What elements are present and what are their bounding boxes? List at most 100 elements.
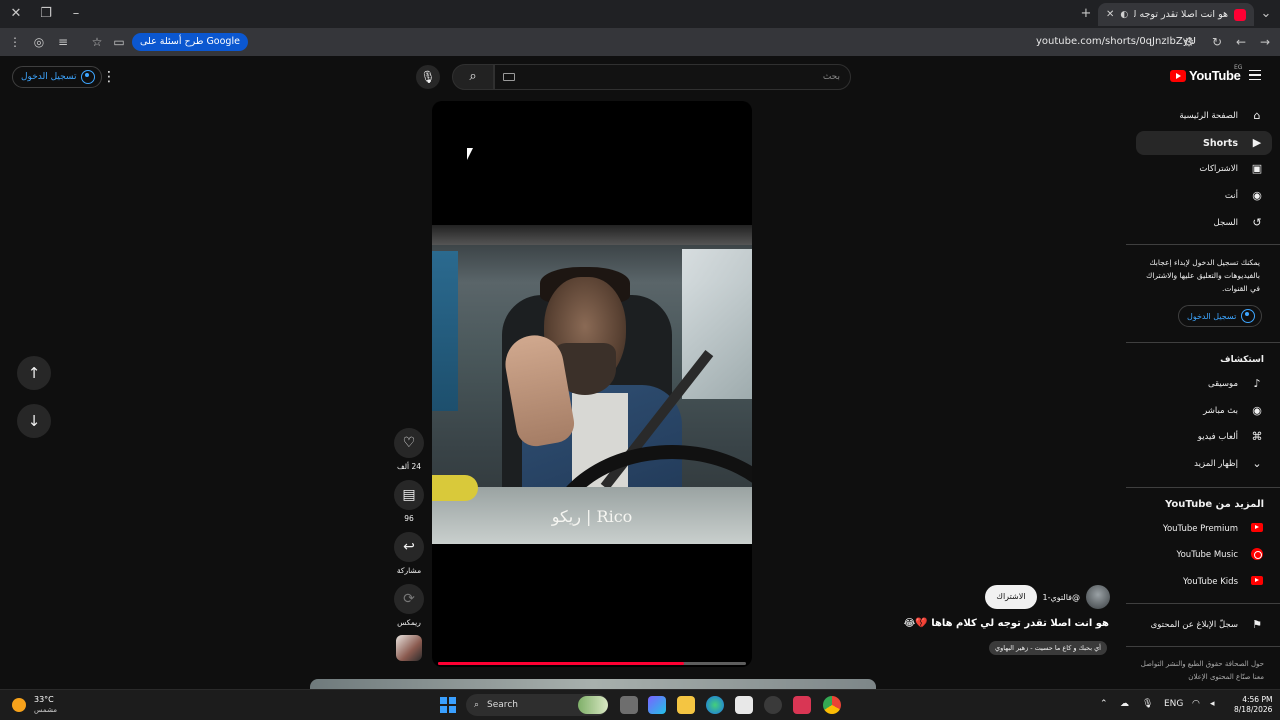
sidebar-item-gaming[interactable]: ألعاب فيديو ⌘: [1136, 425, 1272, 449]
video-progress-bar[interactable]: [438, 662, 746, 665]
video-title[interactable]: هو انت اصلا تقدر توجه لي كلام هاها 💔😂: [904, 618, 1109, 629]
divider: [1126, 646, 1280, 647]
channel-handle[interactable]: @فالتوي-1: [1043, 593, 1081, 602]
reload-icon[interactable]: ↻: [1208, 33, 1226, 51]
previous-short-button[interactable]: ↑: [17, 356, 51, 390]
sidebar-item-subscriptions[interactable]: الاشتراكات ▣: [1136, 157, 1272, 181]
next-short-button[interactable]: ↓: [17, 404, 51, 438]
remix-label: ريمكس: [397, 618, 421, 627]
frame-window-left: [432, 251, 458, 411]
like-action[interactable]: ♡ 24 ألف: [394, 428, 424, 471]
store-icon[interactable]: [735, 696, 753, 714]
tab-search-icon[interactable]: ⌄: [1256, 4, 1276, 24]
sidebar-item-report-history[interactable]: سجلّ الإبلاغ عن المحتوى ⚑: [1136, 613, 1272, 637]
sidebar-item-show-more[interactable]: إظهار المزيد ⌄: [1136, 452, 1272, 476]
account-circle-icon: [81, 70, 96, 84]
comment-action[interactable]: ▤ 96: [394, 480, 424, 523]
sidebar-signin-button[interactable]: تسجيل الدخول: [1178, 305, 1263, 327]
youtube-music-icon: [1250, 548, 1264, 562]
guide-menu-icon[interactable]: [1249, 70, 1261, 80]
sidebar-item-live[interactable]: بث مباشر ◉: [1136, 399, 1272, 423]
windows-start-icon[interactable]: [440, 697, 456, 713]
language-indicator[interactable]: ENG: [1164, 699, 1183, 709]
tab-close-icon[interactable]: ✕: [1106, 9, 1114, 20]
share-label: مشاركة: [396, 566, 422, 575]
short-video-player[interactable]: ريكو | Rico: [432, 101, 752, 667]
wifi-icon[interactable]: ◠: [1192, 699, 1200, 709]
chrome-icon[interactable]: [823, 696, 841, 714]
search-icon: ⌕: [474, 700, 480, 710]
comment-icon[interactable]: ▤: [394, 480, 424, 510]
restore-window-icon[interactable]: ❐: [36, 4, 56, 24]
like-count: 24 ألف: [396, 462, 422, 471]
tray-overflow-icon[interactable]: ⌃: [1100, 699, 1108, 709]
keyboard-icon[interactable]: [503, 73, 515, 81]
bookmark-star-icon[interactable]: ☆: [88, 33, 106, 51]
sidebar-item-shorts[interactable]: Shorts ▶: [1136, 131, 1272, 155]
lens-icon[interactable]: ◎: [30, 33, 48, 51]
youtube-play-icon: [1170, 69, 1186, 82]
tab-title: هو انت اصلا تقدر توجه لي ك: [1134, 9, 1228, 20]
browser-tab[interactable]: هو انت اصلا تقدر توجه لي ك ◐ ✕: [1098, 3, 1254, 26]
voice-search-icon[interactable]: 🎙: [416, 65, 440, 89]
volume-icon[interactable]: ◂: [1210, 699, 1215, 709]
settings-menu-icon[interactable]: ⋮: [102, 68, 116, 86]
heart-icon[interactable]: ♡: [394, 428, 424, 458]
copilot-icon[interactable]: [648, 696, 666, 714]
channel-avatar[interactable]: [1086, 585, 1110, 609]
remix-action[interactable]: ⟳ ريمكس: [394, 584, 424, 627]
url-text[interactable]: youtube.com/shorts/0qJnzIbZyU: [1036, 36, 1196, 47]
video-frame: ريكو | Rico: [432, 225, 752, 544]
sidebar-item-you[interactable]: أنت ◉: [1136, 184, 1272, 208]
subscriptions-icon: ▣: [1251, 162, 1263, 175]
edge-icon[interactable]: [706, 696, 724, 714]
menu-dots-icon[interactable]: ⋮: [6, 33, 24, 51]
video-caption: ريكو | Rico: [551, 507, 633, 526]
ask-google-chip[interactable]: طرح أسئلة على Google: [132, 33, 248, 51]
new-tab-icon[interactable]: +: [1076, 4, 1096, 24]
sidebar-item-youtube-premium[interactable]: YouTube Premium: [1136, 517, 1272, 541]
clock-date: 8/18/2026: [1234, 705, 1273, 714]
history-icon: ↺: [1252, 216, 1262, 229]
signin-button[interactable]: تسجيل الدخول: [12, 66, 103, 88]
weather-widget[interactable]: 33°C مشمس: [12, 695, 57, 715]
sidebar-item-youtube-kids[interactable]: YouTube Kids: [1136, 570, 1272, 594]
sidebar-item-music[interactable]: موسيقى ♪: [1136, 372, 1272, 396]
youtube-logo[interactable]: YouTube EG: [1170, 64, 1242, 83]
app-icon[interactable]: [793, 696, 811, 714]
sound-thumbnail[interactable]: [396, 635, 422, 661]
cloud-icon[interactable]: ☁: [1120, 699, 1129, 709]
comment-count: 96: [404, 514, 414, 523]
settings-app-icon[interactable]: [764, 696, 782, 714]
subscribe-button[interactable]: الاشتراك: [985, 585, 1037, 609]
file-explorer-icon[interactable]: [677, 696, 695, 714]
cast-icon[interactable]: ▭: [110, 33, 128, 51]
site-settings-icon[interactable]: ⚙: [1180, 33, 1198, 51]
close-window-icon[interactable]: ✕: [6, 4, 26, 24]
sound-chip[interactable]: أي بحبك و كاع ما حسيت - زهير البهاوي: [989, 641, 1107, 655]
task-view-icon[interactable]: [620, 696, 638, 714]
customize-icon[interactable]: ≡: [54, 33, 72, 51]
remix-icon[interactable]: ⟳: [394, 584, 424, 614]
share-icon[interactable]: ↩: [394, 532, 424, 562]
video-progress-fill: [438, 662, 685, 665]
system-clock[interactable]: 4:56 PM 8/18/2026: [1234, 695, 1272, 715]
sidebar-item-youtube-music[interactable]: YouTube Music: [1136, 543, 1272, 567]
search-input[interactable]: [540, 69, 840, 85]
sidebar-item-home[interactable]: الصفحة الرئيسية ⌂: [1136, 104, 1272, 128]
search-icon[interactable]: ⌕: [452, 64, 494, 90]
forward-icon[interactable]: ←: [1232, 33, 1250, 51]
sidebar-item-label: السجل: [1213, 218, 1238, 228]
minimize-window-icon[interactable]: –: [66, 4, 86, 24]
weather-condition: مشمس: [34, 706, 57, 714]
widgets-icon[interactable]: [578, 696, 608, 714]
clock-time: 4:56 PM: [1242, 695, 1273, 704]
footer-links[interactable]: حول الصحافة حقوق الطبع والنشر التواصل مع…: [1134, 658, 1264, 684]
divider: [1126, 603, 1280, 604]
tab-audio-icon[interactable]: ◐: [1120, 10, 1128, 20]
microphone-tray-icon[interactable]: 🎙: [1142, 699, 1153, 709]
share-action[interactable]: ↩ مشاركة: [394, 532, 424, 575]
logo-country: EG: [1234, 64, 1243, 71]
sidebar-item-history[interactable]: السجل ↺: [1136, 211, 1272, 235]
back-icon[interactable]: →: [1256, 33, 1274, 51]
